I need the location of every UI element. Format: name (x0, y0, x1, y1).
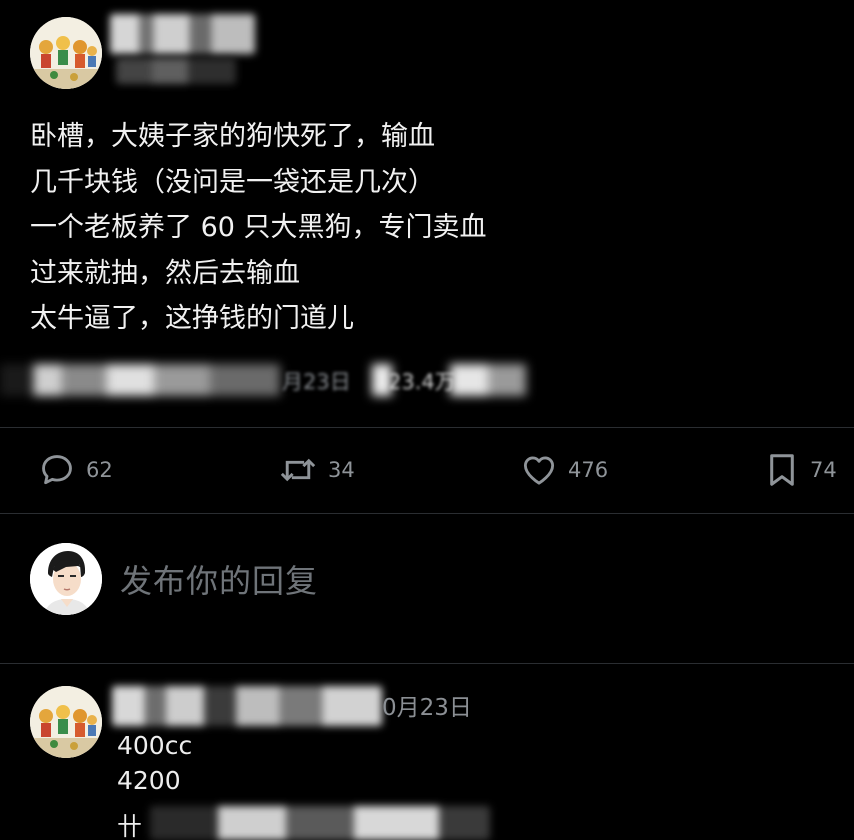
reply-date: 0月23日 (382, 695, 472, 721)
cartoon-man-avatar-image (30, 543, 102, 615)
post-line: 太牛逼了，这挣钱的门道儿 (30, 303, 354, 334)
author-avatar[interactable] (30, 17, 102, 89)
heart-icon (523, 456, 555, 485)
reply-button[interactable]: 62 (38, 450, 113, 490)
reply-line: 4200 (117, 766, 181, 795)
composer-avatar[interactable] (30, 543, 102, 615)
reply-count: 62 (86, 458, 113, 482)
post-line: 几千块钱（没问是一袋还是几次） (30, 166, 435, 198)
post-line: 一个老板养了 60 只大黑狗，专门卖血 (30, 212, 487, 243)
cartoon-kids-avatar-image (30, 17, 102, 89)
post-date-fragment: 月23日 (282, 370, 351, 394)
repost-button[interactable]: 34 (278, 450, 355, 490)
reply-composer-input[interactable]: 发布你的回复 (120, 556, 318, 602)
divider (0, 427, 854, 428)
repost-count: 34 (328, 458, 355, 482)
repost-icon (280, 458, 316, 482)
cartoon-kids-avatar-image (30, 686, 102, 758)
reply-line: 400cc (117, 731, 193, 760)
like-button[interactable]: 476 (520, 450, 608, 490)
reply-author-name-redacted[interactable] (112, 686, 382, 726)
like-count: 476 (568, 458, 609, 482)
post-meta-redacted: 月23日 23.4万 (0, 360, 530, 400)
reply-line-truncated: 卄 (117, 812, 143, 840)
post-line: 卧槽，大姨子家的狗快死了，输血 (30, 121, 435, 152)
author-handle-redacted[interactable] (116, 58, 236, 84)
bookmark-count: 74 (810, 458, 837, 482)
bookmark-icon (770, 454, 794, 486)
reply-text-redacted (150, 806, 490, 840)
post-views-fragment: 23.4万 (388, 370, 456, 394)
comment-icon (42, 455, 72, 485)
post-text: 卧槽，大姨子家的狗快死了，输血 几千块钱（没问是一袋还是几次） 一个老板养了 6… (30, 114, 650, 342)
divider (0, 663, 854, 664)
bookmark-button[interactable]: 74 (764, 450, 837, 490)
post-line: 过来就抽，然后去输血 (30, 257, 300, 289)
author-name-redacted[interactable] (110, 14, 255, 54)
divider (0, 513, 854, 514)
reply-author-avatar[interactable] (30, 686, 102, 758)
